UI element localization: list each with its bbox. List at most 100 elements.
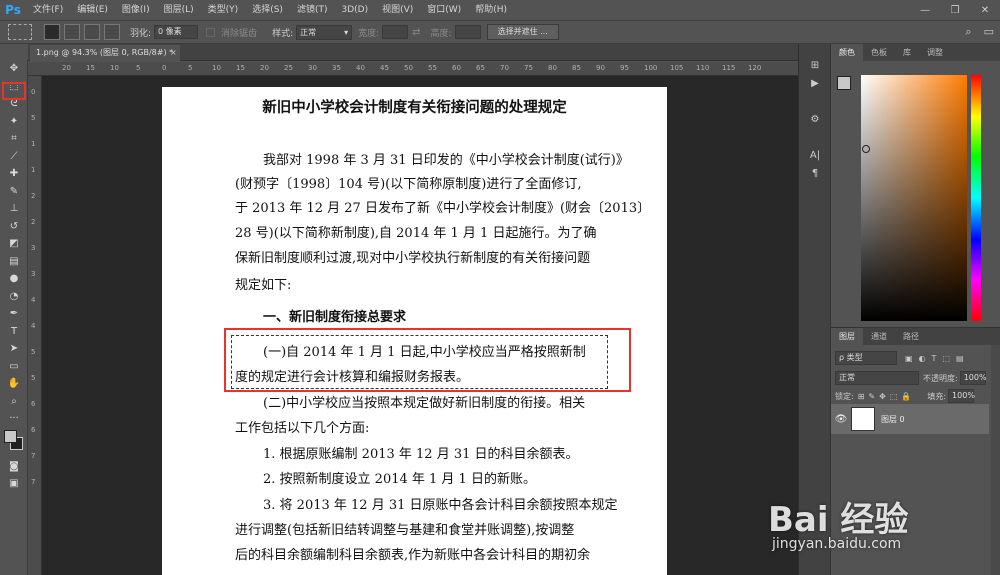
tab-paths[interactable]: 路径 — [895, 328, 927, 345]
actions-icon[interactable]: ▶ — [799, 74, 831, 92]
restore-button[interactable]: ❐ — [940, 0, 970, 20]
menu-filter[interactable]: 滤镜(T) — [290, 0, 335, 20]
filter-smart-icon[interactable]: ▤ — [956, 354, 964, 363]
eyedropper-tool-icon[interactable]: ⟋ — [0, 148, 28, 166]
select-and-mask-button[interactable]: 选择并遮住 ... — [486, 24, 559, 40]
type-tool-icon[interactable]: T — [0, 323, 28, 341]
magic-wand-tool-icon[interactable]: ✦ — [0, 113, 28, 131]
menu-3d[interactable]: 3D(D) — [334, 0, 375, 20]
ruler-tick: 3 — [31, 244, 36, 252]
zoom-tool-icon[interactable]: ⌕ — [0, 393, 28, 411]
width-input[interactable] — [382, 25, 409, 39]
menu-window[interactable]: 窗口(W) — [420, 0, 468, 20]
add-selection-icon[interactable] — [64, 24, 80, 40]
rectangle-tool-icon[interactable]: ▭ — [0, 358, 28, 376]
antialias-checkbox[interactable] — [206, 27, 216, 37]
ruler-vertical[interactable]: 0 5 1 1 2 2 3 3 4 4 5 5 6 6 7 7 — [28, 76, 42, 575]
tab-channels[interactable]: 通道 — [863, 328, 895, 345]
swap-icon[interactable]: ⇄ — [412, 27, 420, 38]
close-icon[interactable]: × — [170, 45, 177, 61]
subtract-selection-icon[interactable] — [84, 24, 100, 40]
filter-adjust-icon[interactable]: ◐ — [919, 354, 926, 363]
ruler-tick: 5 — [31, 374, 36, 382]
lock-pixels-icon[interactable]: ⊞ — [858, 392, 865, 401]
menu-edit[interactable]: 编辑(E) — [70, 0, 115, 20]
color-picker-cursor[interactable] — [862, 145, 870, 153]
visibility-eye-icon[interactable]: 👁 — [831, 414, 851, 425]
healing-brush-tool-icon[interactable]: ✚ — [0, 165, 28, 183]
layer-thumbnail[interactable] — [851, 407, 875, 431]
search-icon[interactable]: ⌕ — [965, 25, 971, 39]
document-tab[interactable]: 1.png @ 94.3% (图层 0, RGB/8#) * × — [30, 45, 180, 61]
close-button[interactable]: ✕ — [970, 0, 1000, 20]
workspace-icon[interactable]: ▭ — [984, 25, 994, 39]
ruler-tick: 105 — [670, 64, 684, 72]
ruler-tick: 25 — [284, 64, 293, 72]
path-selection-tool-icon[interactable]: ➤ — [0, 340, 28, 358]
filter-shape-icon[interactable]: ⬚ — [942, 354, 950, 363]
blur-tool-icon[interactable]: ● — [0, 270, 28, 288]
ruler-tick: 70 — [500, 64, 509, 72]
layer-name[interactable]: 图层 0 — [881, 414, 905, 425]
opacity-input[interactable]: 100% — [959, 371, 987, 385]
more-tools-icon[interactable]: ··· — [0, 410, 28, 428]
quick-mask-icon[interactable]: ◙ — [0, 458, 28, 476]
color-spectrum[interactable] — [861, 75, 967, 321]
character-icon[interactable]: A| — [799, 146, 831, 164]
menu-type[interactable]: 类型(Y) — [201, 0, 246, 20]
hand-tool-icon[interactable]: ✋ — [0, 375, 28, 393]
foreground-color-icon[interactable] — [4, 429, 17, 443]
clone-stamp-tool-icon[interactable]: ⊥ — [0, 200, 28, 218]
properties-icon[interactable]: ⚙ — [799, 110, 831, 128]
brush-tool-icon[interactable]: ✎ — [0, 183, 28, 201]
document-tab-title: 1.png @ 94.3% (图层 0, RGB/8#) * — [36, 48, 174, 57]
menu-help[interactable]: 帮助(H) — [468, 0, 514, 20]
menu-image[interactable]: 图像(I) — [115, 0, 157, 20]
menu-select[interactable]: 选择(S) — [245, 0, 290, 20]
minimize-button[interactable]: — — [910, 0, 940, 20]
foreground-swatch[interactable] — [837, 76, 851, 90]
layer-filter-select[interactable]: ρ 类型 — [835, 351, 897, 365]
ruler-horizontal[interactable]: 20 15 10 5 0 5 10 15 20 25 30 35 40 45 5… — [28, 62, 798, 76]
new-selection-icon[interactable] — [44, 24, 60, 40]
layer-row[interactable]: 👁 图层 0 — [831, 404, 989, 434]
fill-input[interactable]: 100% — [948, 389, 975, 403]
history-icon[interactable]: ⊞ — [799, 56, 831, 74]
tab-adjustments[interactable]: 调整 — [919, 44, 951, 61]
intersect-selection-icon[interactable] — [104, 24, 120, 40]
menu-view[interactable]: 视图(V) — [375, 0, 420, 20]
lock-position-icon[interactable]: ✥ — [879, 392, 886, 401]
lock-artboard-icon[interactable]: ⬚ — [890, 392, 898, 401]
ruler-tick: 35 — [332, 64, 341, 72]
crop-tool-icon[interactable]: ⌗ — [0, 130, 28, 148]
move-tool-icon[interactable]: ✥ — [0, 60, 28, 78]
filter-type-icon[interactable]: T — [932, 354, 937, 363]
tab-swatches[interactable]: 色板 — [863, 44, 895, 61]
screen-mode-icon[interactable]: ▣ — [0, 475, 28, 493]
marquee-preset-icon[interactable] — [8, 24, 32, 40]
dodge-tool-icon[interactable]: ◔ — [0, 288, 28, 306]
section-heading: 一、新旧制度衔接总要求 — [263, 310, 407, 325]
hue-slider[interactable] — [971, 75, 981, 321]
filter-pixel-icon[interactable]: ▣ — [905, 354, 913, 363]
antialias-label: 消除锯齿 — [221, 28, 258, 39]
tab-libraries[interactable]: 库 — [895, 44, 919, 61]
lock-paint-icon[interactable]: ✎ — [868, 392, 875, 401]
pen-tool-icon[interactable]: ✒ — [0, 305, 28, 323]
style-select[interactable]: 正常 ▾ — [296, 24, 353, 40]
history-brush-tool-icon[interactable]: ↺ — [0, 218, 28, 236]
paragraph-icon[interactable]: ¶ — [799, 164, 831, 182]
tab-color[interactable]: 颜色 — [831, 44, 863, 61]
menu-layer[interactable]: 图层(L) — [157, 0, 201, 20]
height-input[interactable] — [454, 25, 481, 39]
eraser-tool-icon[interactable]: ◩ — [0, 235, 28, 253]
menu-file[interactable]: 文件(F) — [26, 0, 70, 20]
color-swatch-pair[interactable] — [837, 76, 857, 96]
lock-all-icon[interactable]: 🔒 — [901, 392, 911, 401]
blend-mode-select[interactable]: 正常 — [835, 371, 919, 385]
layers-scrollbar[interactable] — [991, 345, 1000, 575]
gradient-tool-icon[interactable]: ▤ — [0, 253, 28, 271]
color-swatches-icon[interactable] — [0, 428, 28, 458]
feather-input[interactable]: 0 像素 — [154, 25, 199, 39]
tab-layers[interactable]: 图层 — [831, 328, 863, 345]
